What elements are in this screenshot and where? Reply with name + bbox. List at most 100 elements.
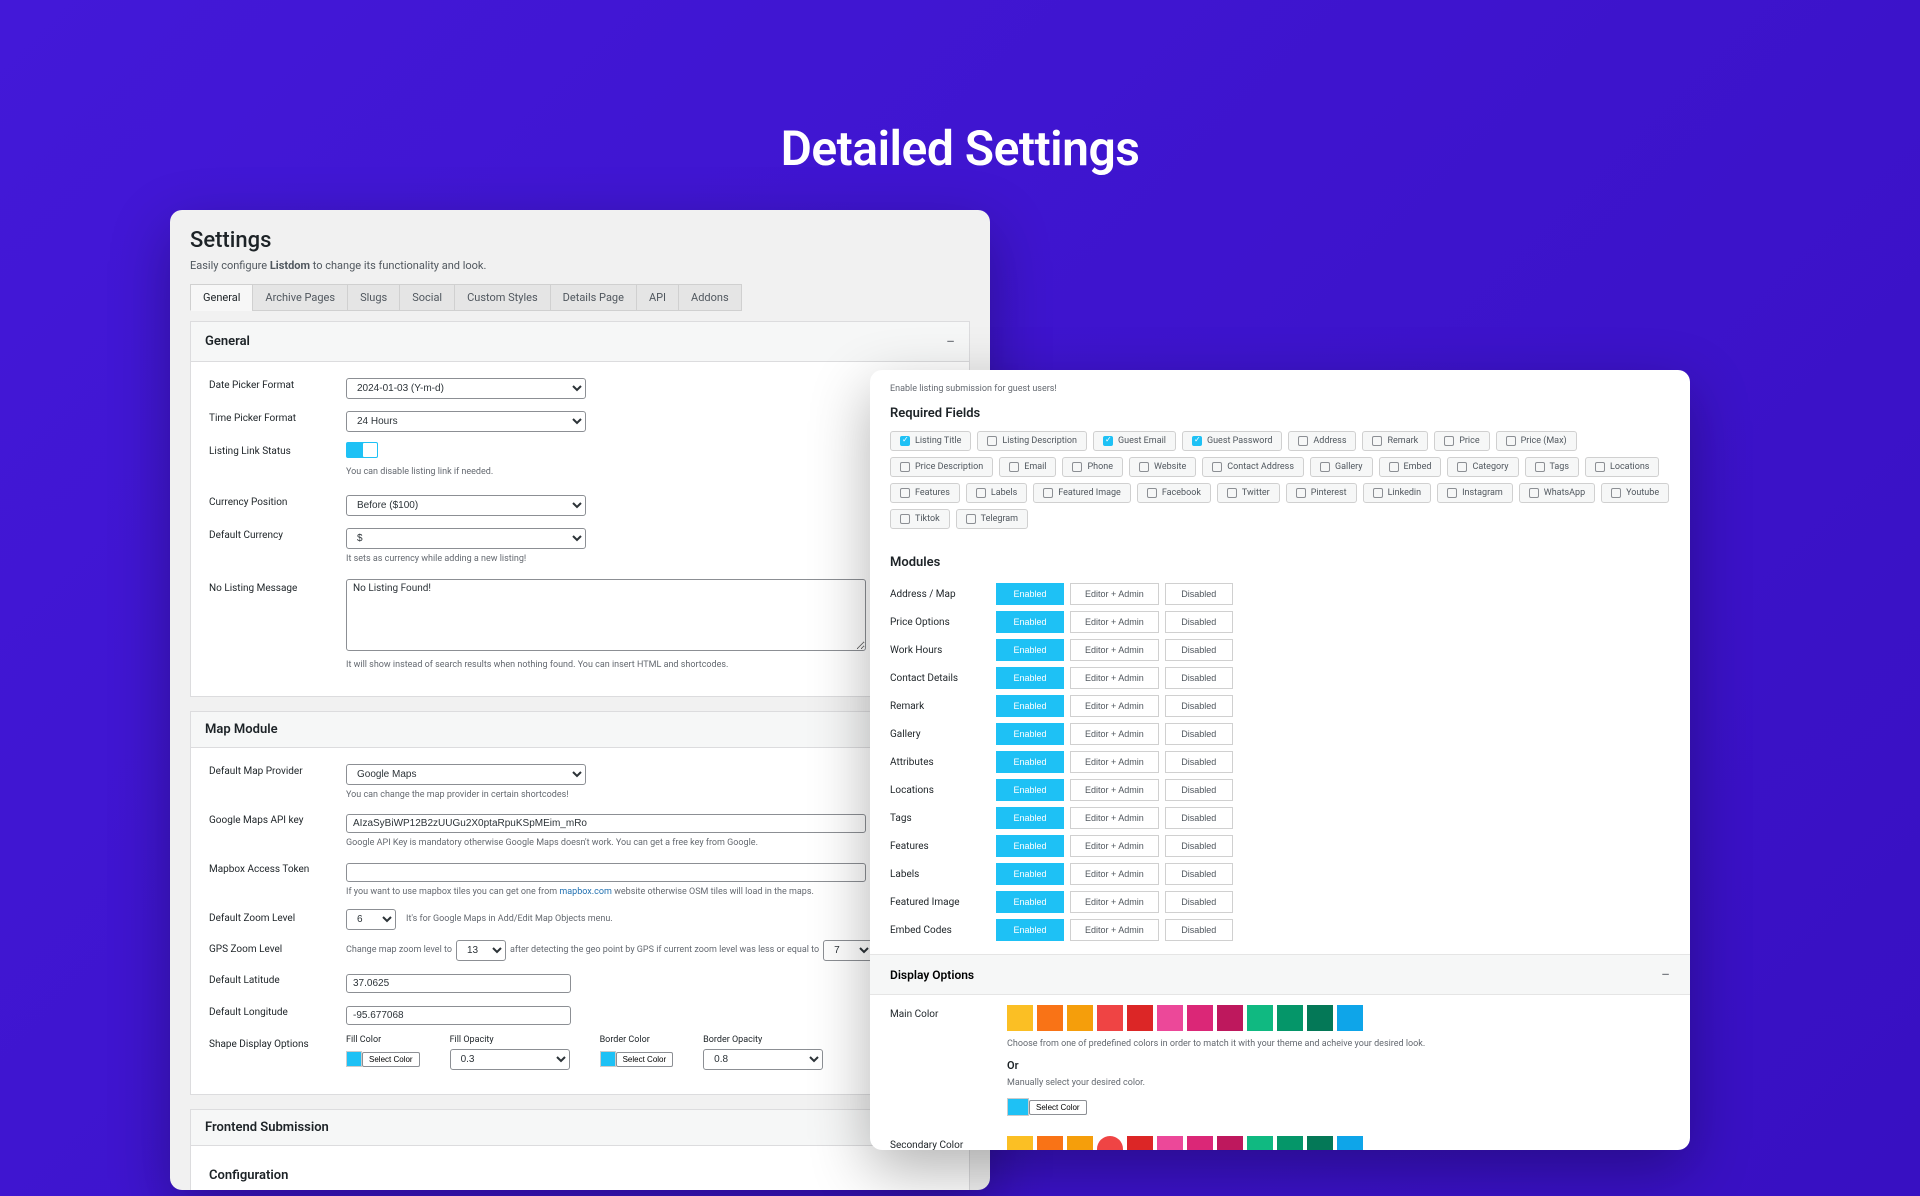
module-enabled-button[interactable]: Enabled (996, 583, 1064, 605)
module-editor-button[interactable]: Editor + Admin (1070, 919, 1159, 941)
swatch-border-color[interactable] (600, 1051, 616, 1067)
module-editor-button[interactable]: Editor + Admin (1070, 583, 1159, 605)
swatch-main-custom[interactable] (1007, 1098, 1029, 1116)
required-field-labels[interactable]: Labels (966, 483, 1027, 503)
color-swatch[interactable] (1337, 1136, 1363, 1150)
module-enabled-button[interactable]: Enabled (996, 779, 1064, 801)
color-swatch[interactable] (1157, 1005, 1183, 1031)
module-disabled-button[interactable]: Disabled (1165, 807, 1233, 829)
module-enabled-button[interactable]: Enabled (996, 863, 1064, 885)
module-disabled-button[interactable]: Disabled (1165, 863, 1233, 885)
module-editor-button[interactable]: Editor + Admin (1070, 695, 1159, 717)
required-field-address[interactable]: Address (1288, 431, 1356, 451)
swatch-fill-color[interactable] (346, 1051, 362, 1067)
collapse-icon[interactable]: − (1661, 965, 1670, 984)
color-swatch[interactable] (1217, 1005, 1243, 1031)
textarea-no-listing[interactable]: No Listing Found! (346, 579, 866, 651)
color-swatch[interactable] (1127, 1136, 1153, 1150)
btn-border-color[interactable]: Select Color (616, 1052, 674, 1067)
module-enabled-button[interactable]: Enabled (996, 695, 1064, 717)
module-disabled-button[interactable]: Disabled (1165, 723, 1233, 745)
required-field-features[interactable]: Features (890, 483, 960, 503)
select-gps-zoom-2[interactable]: 7 (823, 940, 873, 961)
color-swatch[interactable] (1307, 1136, 1333, 1150)
tab-social[interactable]: Social (399, 284, 455, 311)
module-enabled-button[interactable]: Enabled (996, 807, 1064, 829)
module-enabled-button[interactable]: Enabled (996, 723, 1064, 745)
input-mapbox-token[interactable] (346, 863, 866, 882)
required-field-linkedin[interactable]: Linkedin (1363, 483, 1432, 503)
tab-addons[interactable]: Addons (678, 284, 742, 311)
mapbox-link[interactable]: mapbox.com (559, 887, 612, 897)
required-field-phone[interactable]: Phone (1062, 457, 1123, 477)
required-field-telegram[interactable]: Telegram (956, 509, 1028, 529)
required-field-price-description[interactable]: Price Description (890, 457, 993, 477)
tab-custom-styles[interactable]: Custom Styles (454, 284, 551, 311)
required-field-category[interactable]: Category (1447, 457, 1518, 477)
select-border-opacity[interactable]: 0.8 (703, 1049, 823, 1070)
module-disabled-button[interactable]: Disabled (1165, 583, 1233, 605)
color-swatch[interactable] (1247, 1005, 1273, 1031)
required-field-listing-title[interactable]: Listing Title (890, 431, 971, 451)
color-swatch[interactable] (1007, 1005, 1033, 1031)
required-field-price[interactable]: Price (1434, 431, 1489, 451)
select-fill-opacity[interactable]: 0.3 (450, 1049, 570, 1070)
module-disabled-button[interactable]: Disabled (1165, 611, 1233, 633)
toggle-link-status[interactable] (346, 442, 378, 458)
module-disabled-button[interactable]: Disabled (1165, 751, 1233, 773)
input-lat[interactable] (346, 974, 571, 993)
required-field-contact-address[interactable]: Contact Address (1202, 457, 1304, 477)
color-swatch[interactable] (1217, 1136, 1243, 1150)
tab-details-page[interactable]: Details Page (550, 284, 637, 311)
color-swatch[interactable] (1187, 1005, 1213, 1031)
select-map-provider[interactable]: Google Maps (346, 764, 586, 785)
color-swatch[interactable] (1097, 1136, 1123, 1150)
required-field-locations[interactable]: Locations (1585, 457, 1659, 477)
tab-general[interactable]: General (190, 284, 253, 311)
module-enabled-button[interactable]: Enabled (996, 667, 1064, 689)
btn-main-color[interactable]: Select Color (1029, 1100, 1087, 1115)
module-editor-button[interactable]: Editor + Admin (1070, 639, 1159, 661)
color-swatch[interactable] (1007, 1136, 1033, 1150)
module-disabled-button[interactable]: Disabled (1165, 695, 1233, 717)
color-swatch[interactable] (1277, 1005, 1303, 1031)
required-field-facebook[interactable]: Facebook (1137, 483, 1211, 503)
required-field-tags[interactable]: Tags (1525, 457, 1579, 477)
input-gmaps-key[interactable] (346, 814, 866, 833)
required-field-twitter[interactable]: Twitter (1217, 483, 1280, 503)
required-field-pinterest[interactable]: Pinterest (1286, 483, 1357, 503)
required-field-remark[interactable]: Remark (1362, 431, 1428, 451)
required-field-youtube[interactable]: Youtube (1601, 483, 1669, 503)
select-default-zoom[interactable]: 6 (346, 909, 396, 930)
required-field-featured-image[interactable]: Featured Image (1033, 483, 1131, 503)
select-time-picker[interactable]: 24 Hours (346, 411, 586, 432)
module-editor-button[interactable]: Editor + Admin (1070, 667, 1159, 689)
color-swatch[interactable] (1127, 1005, 1153, 1031)
required-field-website[interactable]: Website (1129, 457, 1196, 477)
module-editor-button[interactable]: Editor + Admin (1070, 835, 1159, 857)
module-editor-button[interactable]: Editor + Admin (1070, 751, 1159, 773)
tab-api[interactable]: API (636, 284, 679, 311)
color-swatch[interactable] (1037, 1136, 1063, 1150)
module-editor-button[interactable]: Editor + Admin (1070, 611, 1159, 633)
module-enabled-button[interactable]: Enabled (996, 919, 1064, 941)
required-field-embed[interactable]: Embed (1379, 457, 1442, 477)
collapse-icon[interactable]: − (946, 332, 955, 351)
required-field-listing-description[interactable]: Listing Description (977, 431, 1087, 451)
tab-slugs[interactable]: Slugs (347, 284, 400, 311)
module-enabled-button[interactable]: Enabled (996, 891, 1064, 913)
color-swatch[interactable] (1277, 1136, 1303, 1150)
module-editor-button[interactable]: Editor + Admin (1070, 779, 1159, 801)
module-enabled-button[interactable]: Enabled (996, 751, 1064, 773)
color-swatch[interactable] (1037, 1005, 1063, 1031)
select-date-picker[interactable]: 2024-01-03 (Y-m-d) (346, 378, 586, 399)
select-default-currency[interactable]: $ (346, 528, 586, 549)
module-editor-button[interactable]: Editor + Admin (1070, 723, 1159, 745)
module-editor-button[interactable]: Editor + Admin (1070, 891, 1159, 913)
module-disabled-button[interactable]: Disabled (1165, 835, 1233, 857)
required-field-gallery[interactable]: Gallery (1310, 457, 1373, 477)
required-field-guest-password[interactable]: Guest Password (1182, 431, 1282, 451)
module-enabled-button[interactable]: Enabled (996, 639, 1064, 661)
module-disabled-button[interactable]: Disabled (1165, 639, 1233, 661)
module-enabled-button[interactable]: Enabled (996, 835, 1064, 857)
